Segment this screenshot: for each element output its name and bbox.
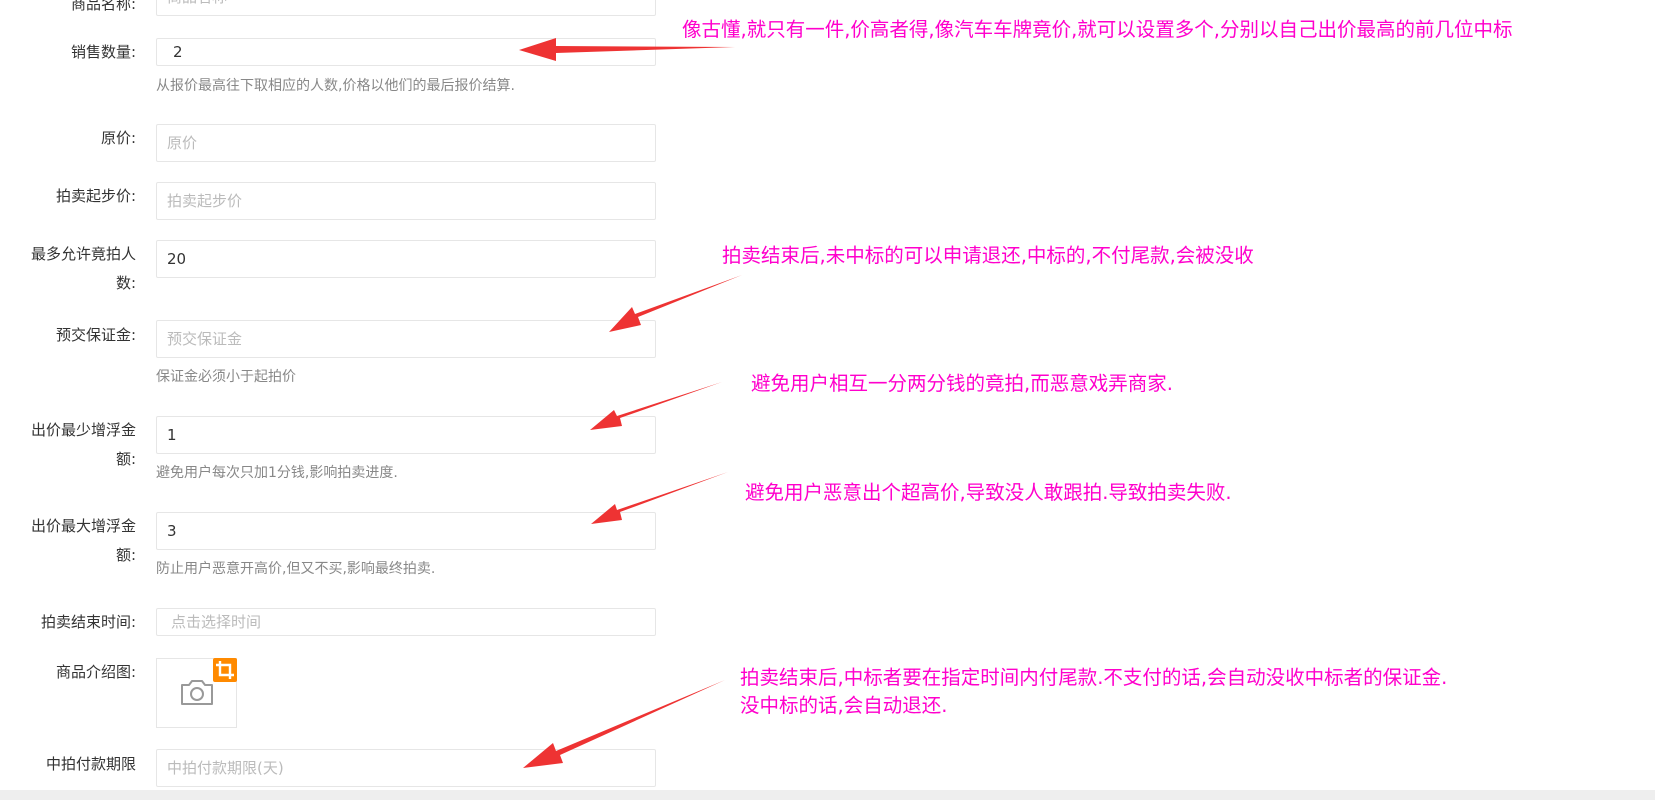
arrow-sales-quantity: [519, 38, 735, 61]
arrow-min-increment: [590, 382, 722, 430]
annotation-arrows: [519, 38, 742, 768]
arrow-deposit: [609, 275, 742, 332]
arrow-payment-deadline: [523, 680, 725, 768]
arrow-max-increment: [591, 472, 728, 524]
